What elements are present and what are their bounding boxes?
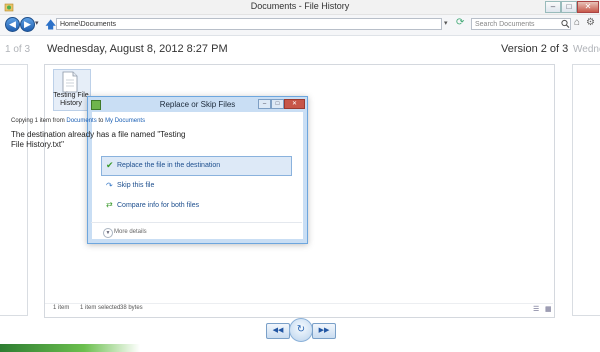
file-history-app-icon	[4, 3, 14, 12]
version-counter: Version 2 of 3	[501, 43, 569, 55]
close-button[interactable]: ✕	[577, 1, 599, 13]
settings-button[interactable]: ⚙	[586, 17, 595, 28]
home-button[interactable]: ⌂	[574, 17, 580, 28]
refresh-button[interactable]: ⟳	[456, 17, 464, 28]
large-icons-view-icon[interactable]: ▦	[545, 305, 552, 313]
text-file-icon	[62, 71, 78, 93]
minimize-button[interactable]: –	[545, 1, 561, 13]
skip-back-icon: ◀◀	[272, 327, 284, 334]
file-name-line-2: History	[60, 100, 82, 107]
compare-icon: ⇄	[106, 200, 113, 209]
restore-icon: ↻	[296, 324, 306, 335]
dialog-maximize-button[interactable]: □	[271, 99, 284, 109]
desktop-background-strip	[0, 344, 140, 352]
home-icon: ⌂	[574, 17, 581, 28]
destination-folder-link[interactable]: My Documents	[105, 118, 145, 124]
source-folder-link[interactable]: Documents	[66, 118, 96, 124]
restore-button[interactable]: ↻	[289, 318, 313, 342]
address-dropdown-button[interactable]: ▾	[444, 19, 448, 27]
next-version-button[interactable]: ▶▶	[312, 323, 336, 339]
selection-count: 1 item selected	[80, 305, 121, 311]
version-timestamp: Wednesday, August 8, 2012 8:27 PM	[47, 43, 228, 55]
window-titlebar: Documents - File History	[0, 0, 600, 15]
previous-version-label[interactable]: 1 of 3	[5, 44, 30, 55]
more-details-label[interactable]: More details	[114, 229, 147, 235]
search-icon[interactable]	[560, 18, 571, 30]
refresh-icon: ⟳	[456, 17, 465, 28]
previous-version-panel[interactable]	[0, 64, 28, 316]
address-bar[interactable]: Home\Documents	[56, 18, 442, 30]
check-icon: ✔	[106, 160, 114, 170]
skip-forward-icon: ▶▶	[318, 327, 330, 334]
dialog-close-button[interactable]: ✕	[284, 99, 305, 109]
copy-mid: to	[96, 118, 106, 124]
forward-button[interactable]: ▶	[20, 17, 35, 32]
skip-arrow-icon: ↷	[106, 181, 113, 190]
next-version-panel[interactable]	[572, 64, 600, 316]
skip-file-label[interactable]: Skip this file	[117, 182, 154, 189]
back-icon: ◀	[9, 19, 16, 29]
window-title: Documents - File History	[250, 1, 350, 11]
next-version-label[interactable]: Wedne	[573, 44, 600, 55]
selection-size: 38 bytes	[120, 305, 143, 311]
search-input[interactable]: Search Documents	[471, 18, 571, 30]
copy-info: Copying 1 item from Documents to My Docu…	[11, 118, 145, 124]
replace-file-label[interactable]: Replace the file in the destination	[117, 162, 220, 169]
file-name: Testing File History	[52, 92, 90, 108]
up-button[interactable]: 🡅	[45, 16, 56, 35]
back-button[interactable]: ◀	[5, 17, 20, 32]
compare-files-label[interactable]: Compare info for both files	[117, 202, 199, 209]
details-view-icon[interactable]: ☰	[533, 305, 539, 313]
recent-locations-dropdown[interactable]: ▾	[35, 19, 39, 27]
item-count: 1 item	[53, 305, 70, 311]
previous-version-button[interactable]: ◀◀	[266, 323, 290, 339]
forward-icon: ▶	[24, 19, 31, 29]
dialog-minimize-button[interactable]: –	[258, 99, 271, 109]
up-icon: 🡅	[45, 19, 57, 31]
copy-prefix: Copying 1 item from	[11, 118, 67, 124]
conflict-message: The destination already has a file named…	[11, 130, 186, 149]
maximize-button[interactable]: □	[561, 1, 577, 13]
dialog-separator	[91, 222, 302, 223]
file-name-line-1: Testing File	[53, 92, 89, 99]
gear-icon: ⚙	[586, 17, 595, 28]
chevron-down-icon[interactable]: ▼	[103, 228, 113, 238]
